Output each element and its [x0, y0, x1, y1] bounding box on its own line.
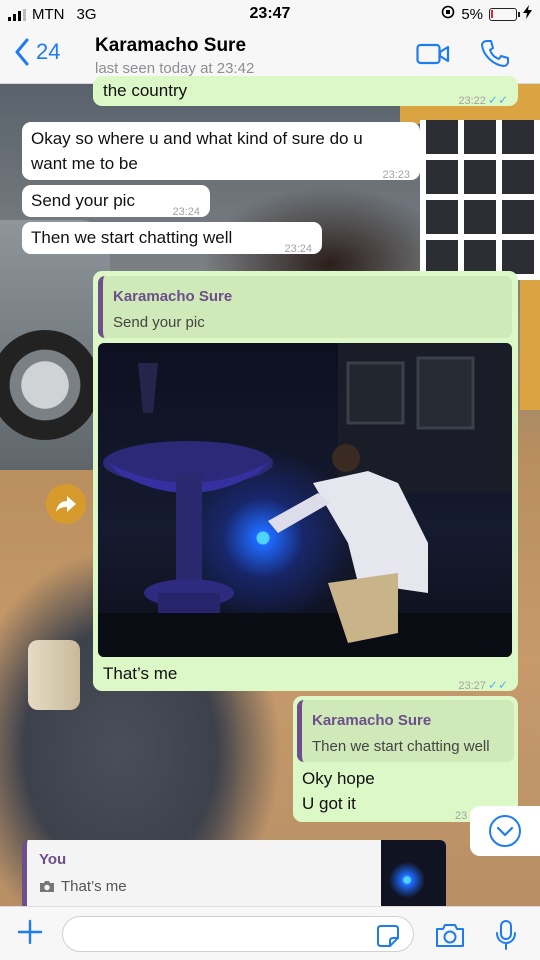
wallpaper-window	[420, 120, 540, 280]
camera-button[interactable]	[435, 922, 465, 953]
forward-button[interactable]	[46, 484, 86, 524]
read-receipt-icon: ✓✓	[487, 93, 508, 107]
charging-icon	[523, 5, 532, 23]
sticker-icon	[377, 925, 399, 947]
chevron-down-icon	[489, 815, 521, 847]
message-text-line: want me to be	[31, 154, 138, 173]
message-text: Send your pic	[31, 191, 135, 210]
quoted-sender: Karamacho Sure	[113, 288, 233, 305]
message-text-line: Oky hope	[302, 769, 375, 788]
wallpaper-bag	[28, 640, 80, 710]
message-bubble-outgoing[interactable]: Karamacho Sure Then we start chatting we…	[293, 696, 518, 822]
message-text-line: U got it	[302, 794, 356, 813]
quoted-message[interactable]: Karamacho Sure Then we start chatting we…	[297, 700, 514, 762]
back-chevron-icon	[15, 38, 29, 66]
message-text: Then we start chatting well	[31, 228, 233, 247]
read-receipt-icon: ✓✓	[487, 678, 508, 692]
photo-content	[98, 343, 512, 657]
sticker-button[interactable]	[376, 924, 400, 953]
status-bar: MTN 3G 23:47 5%	[0, 0, 540, 30]
quoted-message[interactable]: Karamacho Sure Send your pic	[98, 276, 512, 338]
status-right: 5%	[441, 5, 532, 23]
message-input[interactable]	[62, 916, 414, 952]
forward-icon	[56, 496, 76, 512]
video-call-button[interactable]	[416, 42, 450, 71]
rotation-lock-icon	[441, 5, 455, 23]
scroll-to-bottom-button[interactable]	[470, 806, 540, 856]
wallpaper-wall-right	[520, 280, 540, 410]
message-time: 23:24	[284, 243, 312, 255]
back-button[interactable]: 24	[14, 38, 60, 66]
reply-text: That’s me	[61, 878, 127, 895]
message-bubble-incoming[interactable]: Then we start chatting well 23:24	[22, 222, 322, 255]
reply-text-row: That’s me	[39, 878, 127, 895]
phone-icon	[481, 40, 509, 67]
attach-button[interactable]	[16, 917, 44, 952]
message-bubble-outgoing-photo[interactable]: Karamacho Sure Send your pic That’s me 2…	[93, 271, 518, 692]
contact-name[interactable]: Karamacho Sure	[95, 35, 246, 57]
quoted-text: Send your pic	[113, 314, 205, 331]
message-text-line: Okay so where u and what kind of sure do…	[31, 129, 363, 148]
quoted-text: Then we start chatting well	[312, 738, 490, 755]
message-bubble-incoming[interactable]: Send your pic 23:24	[22, 185, 210, 218]
plus-icon	[17, 919, 43, 945]
unread-count: 24	[36, 39, 61, 64]
message-time: 23:23	[382, 169, 410, 181]
photo-caption: That’s me	[103, 664, 178, 683]
camera-icon	[40, 881, 54, 892]
quoted-sender: Karamacho Sure	[312, 712, 432, 729]
reply-sender: You	[39, 851, 67, 868]
message-time: 23:22 ✓✓	[458, 93, 508, 107]
battery-percent: 5%	[461, 5, 483, 23]
reply-thumbnail	[381, 840, 446, 906]
input-bar	[0, 906, 540, 960]
message-photo[interactable]	[98, 343, 512, 657]
message-text: the country	[103, 81, 188, 100]
voice-message-button[interactable]	[495, 919, 517, 956]
video-call-icon	[416, 43, 450, 65]
reply-preview[interactable]: You That’s me	[22, 840, 446, 906]
battery-icon	[489, 7, 520, 21]
last-seen: last seen today at 23:42	[95, 60, 255, 77]
message-bubble-incoming[interactable]: Okay so where u and what kind of sure do…	[22, 122, 420, 181]
message-bubble-outgoing[interactable]: the country 23:22 ✓✓	[93, 76, 518, 107]
voice-call-button[interactable]	[480, 38, 510, 73]
message-time: 23	[455, 810, 468, 822]
camera-icon	[436, 924, 464, 947]
microphone-icon	[496, 920, 516, 950]
